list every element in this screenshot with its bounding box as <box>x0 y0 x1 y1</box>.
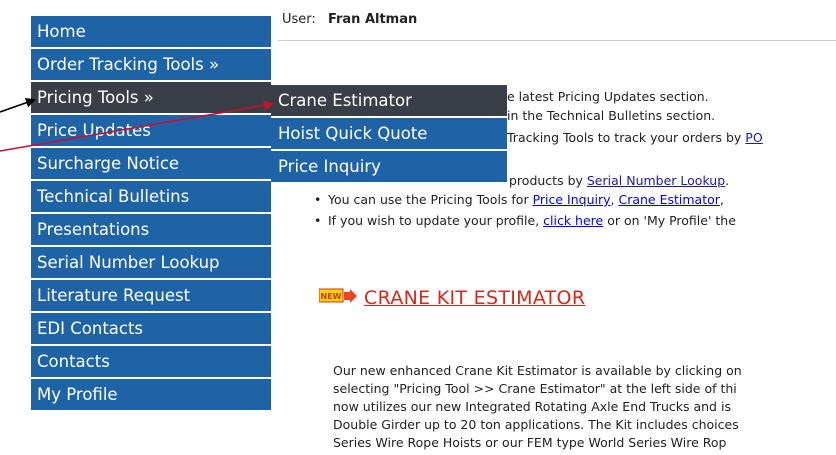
black-arrow <box>0 97 36 113</box>
annotation-arrows <box>0 97 274 152</box>
red-arrow <box>0 100 274 152</box>
page: User: Fran Altman e latest Pricing Updat… <box>0 0 836 455</box>
